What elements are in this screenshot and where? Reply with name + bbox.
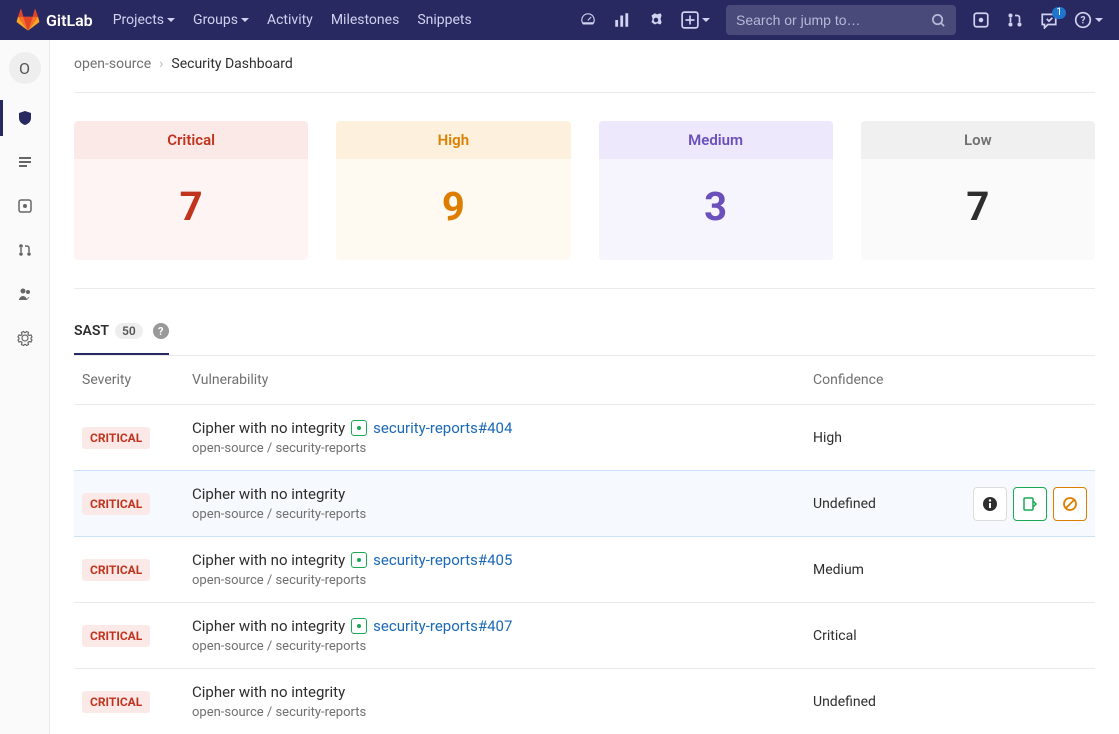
todos-count-badge: 1	[1052, 7, 1066, 19]
card-medium-count: 3	[599, 159, 833, 260]
help-icon[interactable]: ?	[153, 323, 169, 339]
nav-merge-requests-icon[interactable]	[1006, 11, 1024, 29]
confidence-value: Undefined	[805, 669, 955, 734]
vulnerability-title: Cipher with no integrity	[192, 485, 797, 503]
chevron-down-icon	[241, 18, 249, 22]
card-medium[interactable]: Medium 3	[599, 121, 833, 260]
vulnerability-path: open-source / security-reports	[192, 441, 797, 456]
top-navbar: GitLab Projects Groups Activity Mileston…	[0, 0, 1119, 40]
nav-admin-icon[interactable]	[647, 11, 665, 29]
sidebar-item-epics[interactable]	[0, 140, 49, 184]
vulnerability-title: Cipher with no integritysecurity-reports…	[192, 419, 797, 437]
table-row[interactable]: CRITICAL Cipher with no integritysecurity…	[74, 603, 1095, 669]
nav-todos-icon[interactable]: 1	[1040, 11, 1058, 29]
breadcrumb-group[interactable]: open-source	[74, 56, 151, 72]
vulnerability-title: Cipher with no integritysecurity-reports…	[192, 551, 797, 569]
nav-help-icon[interactable]: ?	[1074, 11, 1103, 29]
card-low-count: 7	[861, 159, 1095, 260]
issue-link[interactable]: security-reports#405	[373, 551, 512, 569]
nav-utility: 1 ?	[579, 5, 1103, 35]
breadcrumb: open-source › Security Dashboard	[74, 56, 1095, 92]
search-icon	[931, 13, 946, 28]
left-sidebar: O	[0, 40, 50, 734]
report-tabs: SAST 50 ?	[74, 309, 1095, 356]
vulnerability-path: open-source / security-reports	[192, 507, 797, 522]
create-issue-button[interactable]	[1013, 487, 1047, 521]
nav-activity[interactable]: Activity	[267, 12, 313, 28]
table-row[interactable]: CRITICAL Cipher with no integritysecurity…	[74, 405, 1095, 471]
card-low-label: Low	[861, 121, 1095, 159]
nav-snippets[interactable]: Snippets	[417, 12, 471, 28]
card-critical-label: Critical	[74, 121, 308, 159]
severity-badge: CRITICAL	[82, 559, 150, 581]
card-critical-count: 7	[74, 159, 308, 260]
card-critical[interactable]: Critical 7	[74, 121, 308, 260]
severity-badge: CRITICAL	[82, 427, 150, 449]
issue-open-icon	[351, 618, 367, 634]
vulnerabilities-table: Severity Vulnerability Confidence CRITIC…	[74, 356, 1095, 734]
issue-open-icon	[351, 420, 367, 436]
issue-open-icon	[351, 552, 367, 568]
tab-sast[interactable]: SAST 50 ?	[74, 309, 169, 355]
breadcrumb-separator-icon: ›	[159, 56, 163, 72]
gitlab-logo-icon	[16, 8, 40, 32]
card-low[interactable]: Low 7	[861, 121, 1095, 260]
col-header-vulnerability: Vulnerability	[184, 356, 805, 405]
severity-badge: CRITICAL	[82, 493, 150, 515]
sidebar-item-settings[interactable]	[0, 316, 49, 360]
nav-analytics-icon[interactable]	[613, 11, 631, 29]
col-header-confidence: Confidence	[805, 356, 955, 405]
table-row[interactable]: CRITICAL Cipher with no integrity open-sou…	[74, 471, 1095, 537]
brand-text: GitLab	[46, 11, 93, 30]
svg-text:?: ?	[1080, 15, 1085, 26]
severity-badge: CRITICAL	[82, 625, 150, 647]
dismiss-button[interactable]	[1053, 487, 1087, 521]
confidence-value: Medium	[805, 537, 955, 603]
nav-projects[interactable]: Projects	[113, 12, 175, 28]
more-info-button[interactable]	[973, 487, 1007, 521]
vulnerability-title: Cipher with no integritysecurity-reports…	[192, 617, 797, 635]
vulnerability-title: Cipher with no integrity	[192, 683, 797, 701]
nav-plus-icon[interactable]	[681, 11, 710, 29]
sidebar-item-security[interactable]	[0, 96, 49, 140]
tab-sast-count: 50	[115, 323, 143, 339]
card-high-count: 9	[336, 159, 570, 260]
sidebar-item-merge-requests[interactable]	[0, 228, 49, 272]
card-medium-label: Medium	[599, 121, 833, 159]
nav-dashboard-icon[interactable]	[579, 11, 597, 29]
vulnerability-path: open-source / security-reports	[192, 573, 797, 588]
vulnerability-path: open-source / security-reports	[192, 705, 797, 720]
nav-milestones[interactable]: Milestones	[331, 12, 400, 28]
issue-link[interactable]: security-reports#404	[373, 419, 512, 437]
card-high-label: High	[336, 121, 570, 159]
chevron-down-icon	[167, 18, 175, 22]
tab-sast-label: SAST	[74, 323, 109, 339]
brand-logo[interactable]: GitLab	[16, 8, 93, 32]
card-high[interactable]: High 9	[336, 121, 570, 260]
nav-issues-icon[interactable]	[972, 11, 990, 29]
issue-link[interactable]: security-reports#407	[373, 617, 512, 635]
chevron-down-icon	[1095, 18, 1103, 22]
primary-nav: Projects Groups Activity Milestones Snip…	[113, 12, 472, 28]
search-input[interactable]	[736, 12, 931, 28]
severity-summary-cards: Critical 7 High 9 Medium 3 Low 7	[74, 121, 1095, 260]
chevron-down-icon	[702, 18, 710, 22]
group-avatar[interactable]: O	[9, 52, 41, 84]
nav-groups[interactable]: Groups	[193, 12, 249, 28]
search-box[interactable]	[726, 5, 956, 35]
vulnerability-path: open-source / security-reports	[192, 639, 797, 654]
sidebar-item-members[interactable]	[0, 272, 49, 316]
confidence-value: Undefined	[805, 471, 955, 537]
main-content: open-source › Security Dashboard Critica…	[50, 40, 1119, 734]
confidence-value: Critical	[805, 603, 955, 669]
table-row[interactable]: CRITICALCipher with no integrityopen-sou…	[74, 669, 1095, 734]
table-row[interactable]: CRITICAL Cipher with no integritysecurity…	[74, 537, 1095, 603]
breadcrumb-current: Security Dashboard	[171, 56, 292, 72]
sidebar-item-issues[interactable]	[0, 184, 49, 228]
confidence-value: High	[805, 405, 955, 471]
col-header-severity: Severity	[74, 356, 184, 405]
